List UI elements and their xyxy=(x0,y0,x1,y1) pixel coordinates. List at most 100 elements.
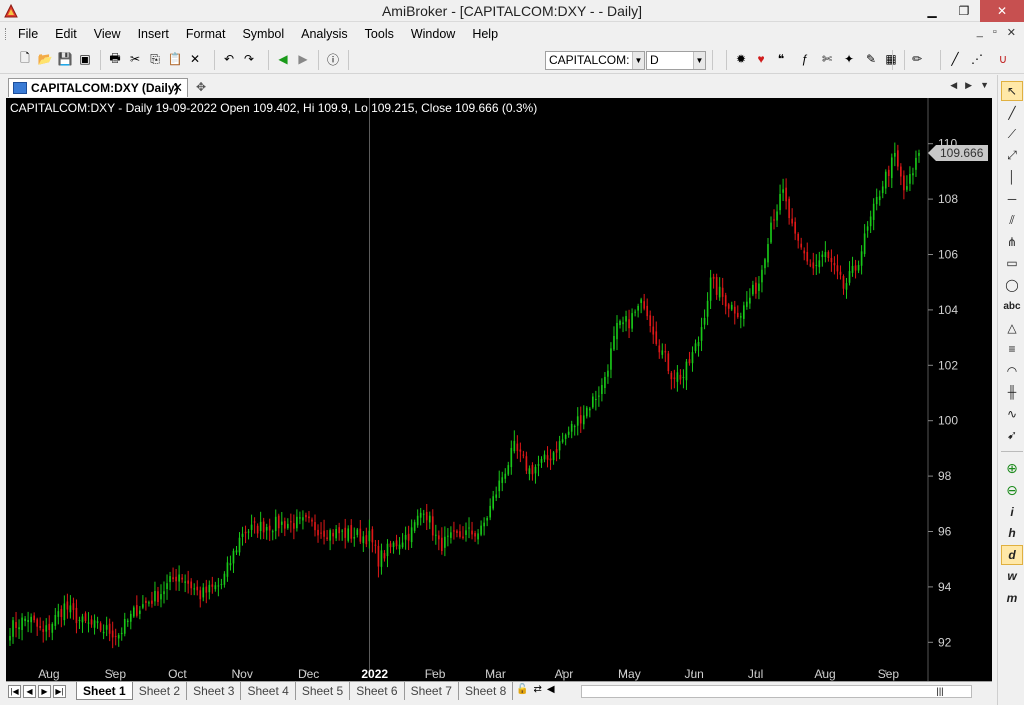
candle-body xyxy=(308,516,310,519)
quote-icon[interactable]: ❝ xyxy=(772,50,790,68)
settings-icon[interactable]: ✹ xyxy=(732,50,750,68)
scissors-icon[interactable]: ✄ xyxy=(818,50,836,68)
menu-file[interactable]: File xyxy=(18,27,38,41)
new-tab-icon[interactable]: ✥ xyxy=(196,80,206,94)
sheet-tab-4[interactable]: Sheet 4 xyxy=(241,682,296,700)
menu-view[interactable]: View xyxy=(94,27,121,41)
vertical-line-icon[interactable]: │ xyxy=(1001,167,1023,187)
sheet-tab-6[interactable]: Sheet 6 xyxy=(350,682,405,700)
candlestick-chart[interactable]: 92949698100102104106108110Aug Sep Oct Nov De… xyxy=(6,98,992,681)
dotted-line-icon[interactable]: ⋰ xyxy=(968,50,986,68)
paste-icon[interactable]: 📋 xyxy=(166,50,184,68)
symbol-combo[interactable]: CAPITALCOM: ▼ xyxy=(545,51,645,70)
candle-body xyxy=(604,376,606,389)
next-sheet-icon[interactable]: ▶ xyxy=(38,685,51,698)
arc-icon[interactable]: ◠ xyxy=(1001,361,1023,381)
close-button[interactable]: ✕ xyxy=(980,0,1024,22)
sheet-tab-8[interactable]: Sheet 8 xyxy=(459,682,514,700)
back-icon[interactable]: ◀ xyxy=(274,50,292,68)
select-arrow-icon[interactable]: ↖ xyxy=(1001,81,1023,101)
minimize-button[interactable]: ▁ xyxy=(916,0,948,22)
menu-format[interactable]: Format xyxy=(186,27,226,41)
scroll-left-icon[interactable]: ◀ xyxy=(547,684,555,695)
sheet-tab-3[interactable]: Sheet 3 xyxy=(187,682,242,700)
tab-prev-icon[interactable]: ◀ xyxy=(950,80,957,91)
rectangle-icon[interactable]: ▭ xyxy=(1001,253,1023,273)
menu-tools[interactable]: Tools xyxy=(365,27,394,41)
open-icon[interactable]: 📂 xyxy=(36,50,54,68)
price-chart[interactable]: 92 94 96 98 100 102 104 106 108 110 Aug Sep Oct Nov De… xyxy=(6,98,992,681)
mdi-minimize-button[interactable]: _ xyxy=(977,26,983,39)
candle-body xyxy=(872,203,875,220)
ray-icon[interactable]: ⟋ xyxy=(1001,124,1023,144)
cycles-icon[interactable]: ╫ xyxy=(1001,382,1023,402)
magnet-icon[interactable]: ∪ xyxy=(994,50,1012,68)
first-sheet-icon[interactable]: |◀ xyxy=(8,685,21,698)
formula-icon[interactable]: ƒ xyxy=(796,50,814,68)
info-icon[interactable]: ⓘ xyxy=(324,50,342,68)
delete-icon[interactable]: ✕ xyxy=(186,50,204,68)
new-icon[interactable]: 🗋 xyxy=(16,50,34,68)
pointer-icon[interactable]: ➹ xyxy=(1001,425,1023,445)
heart-icon[interactable]: ♥ xyxy=(752,50,770,68)
chevron-down-icon[interactable]: ▼ xyxy=(632,52,644,69)
interval-d-icon[interactable]: d xyxy=(1001,544,1023,565)
menu-window[interactable]: Window xyxy=(411,27,455,41)
menu-insert[interactable]: Insert xyxy=(138,27,169,41)
tab-close-icon[interactable]: ✕ xyxy=(172,80,183,96)
menu-analysis[interactable]: Analysis xyxy=(301,27,348,41)
interval-h-icon[interactable]: h xyxy=(1001,523,1023,543)
triangle-icon[interactable]: △ xyxy=(1001,318,1023,338)
interval-m-icon[interactable]: m xyxy=(1001,588,1023,608)
last-sheet-icon[interactable]: ▶| xyxy=(53,685,66,698)
scale-icon[interactable]: ⇄ xyxy=(533,684,541,695)
zoom-in-icon[interactable]: ⊕ xyxy=(1001,459,1023,479)
brush-icon[interactable]: ╱ xyxy=(946,50,964,68)
menu-symbol[interactable]: Symbol xyxy=(242,27,284,41)
zoom-out-icon[interactable]: ⊖ xyxy=(1001,480,1023,500)
parallel-lines-icon[interactable]: ⫽ xyxy=(1001,210,1023,230)
extended-line-icon[interactable]: ⤢ xyxy=(1001,146,1023,166)
sheet-tab-2[interactable]: Sheet 2 xyxy=(133,682,188,700)
horizontal-scrollbar[interactable]: ||| xyxy=(581,685,972,698)
sheet-tab-5[interactable]: Sheet 5 xyxy=(296,682,351,700)
sheet-tab-1[interactable]: Sheet 1 xyxy=(76,682,133,700)
scrollbar-thumb[interactable]: ||| xyxy=(927,687,953,696)
mdi-restore-button[interactable]: ▫ xyxy=(993,26,997,39)
interval-1-icon[interactable]: i xyxy=(1001,502,1023,522)
text-icon[interactable]: abc xyxy=(1001,296,1023,316)
print-icon[interactable]: 🖶 xyxy=(106,50,124,68)
horizontal-line-icon[interactable]: ─ xyxy=(1001,189,1023,209)
sheet-tab-7[interactable]: Sheet 7 xyxy=(405,682,459,700)
lock-icon[interactable]: 🔓 xyxy=(516,684,528,695)
trendline-icon[interactable]: ╱ xyxy=(1001,103,1023,123)
menu-edit[interactable]: Edit xyxy=(55,27,77,41)
ellipse-icon[interactable]: ◯ xyxy=(1001,275,1023,295)
redo-icon[interactable]: ↷ xyxy=(240,50,258,68)
fibonacci-icon[interactable]: ≡ xyxy=(1001,339,1023,359)
chart-tab[interactable]: CAPITALCOM:DXY (Daily) ✕ xyxy=(8,78,188,97)
menu-help[interactable]: Help xyxy=(472,27,498,41)
tab-next-icon[interactable]: ▶ xyxy=(965,80,972,91)
fan-icon[interactable]: ⋔ xyxy=(1001,232,1023,252)
interval-w-icon[interactable]: w xyxy=(1001,566,1023,586)
save-all-icon[interactable]: ▣ xyxy=(76,50,94,68)
forward-icon[interactable]: ▶ xyxy=(294,50,312,68)
undo-icon[interactable]: ↶ xyxy=(220,50,238,68)
chevron-down-icon[interactable]: ▼ xyxy=(693,52,705,69)
cut-icon[interactable]: ✂ xyxy=(126,50,144,68)
copy-icon[interactable]: ⎘ xyxy=(146,50,164,68)
interval-combo[interactable]: D ▼ xyxy=(646,51,706,70)
tab-list-icon[interactable]: ▼ xyxy=(980,80,989,91)
save-icon[interactable]: 💾 xyxy=(56,50,74,68)
restore-button[interactable]: ❐ xyxy=(948,0,980,22)
prev-sheet-icon[interactable]: ◀ xyxy=(23,685,36,698)
zigzag-icon[interactable]: ∿ xyxy=(1001,404,1023,424)
candle-body xyxy=(912,173,914,176)
wand-icon[interactable]: ✦ xyxy=(840,50,858,68)
image-icon[interactable]: ▦ xyxy=(882,50,900,68)
pen-icon[interactable]: ✏ xyxy=(908,50,926,68)
mdi-close-button[interactable]: ✕ xyxy=(1007,26,1016,39)
note-icon[interactable]: ✎ xyxy=(862,50,880,68)
candle-body xyxy=(915,157,917,170)
